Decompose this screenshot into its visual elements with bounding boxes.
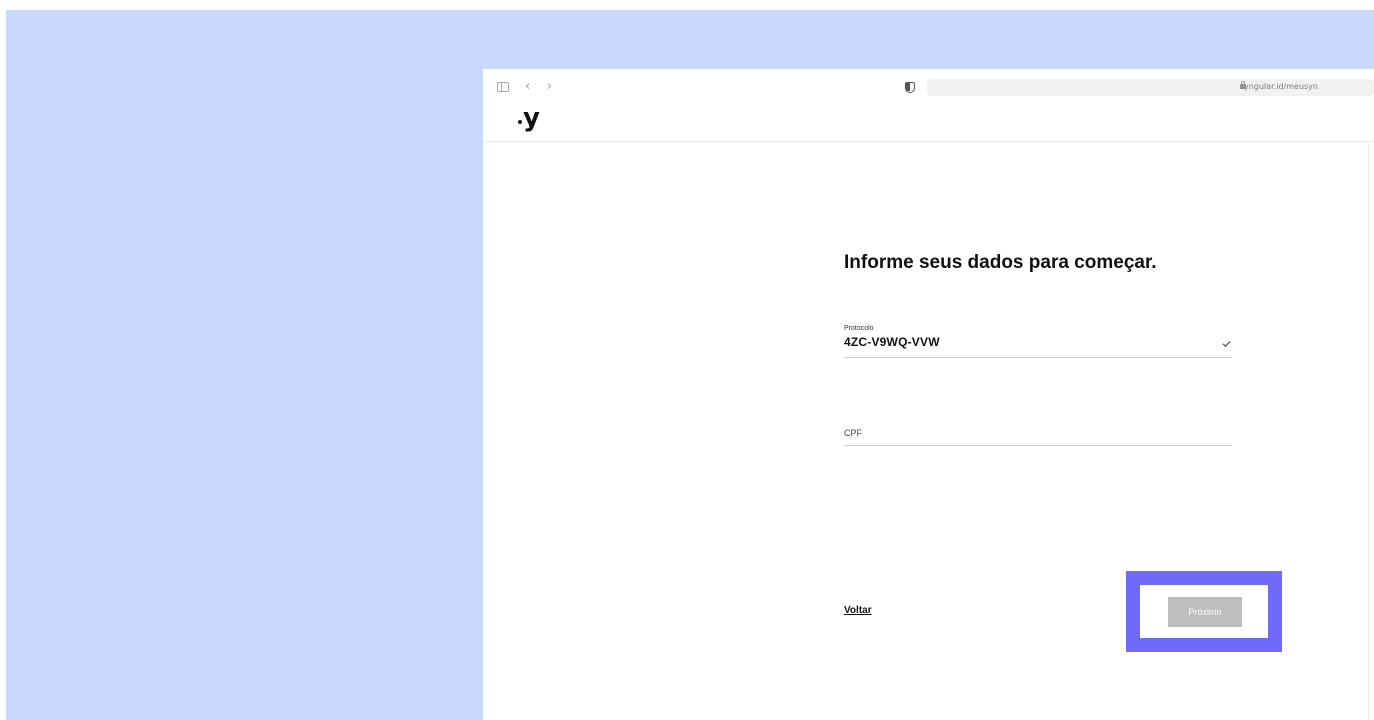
sidebar-icon[interactable] bbox=[497, 82, 509, 92]
highlight-inner: Próximo bbox=[1140, 585, 1268, 638]
logo-text: y bbox=[523, 103, 540, 133]
back-link[interactable]: Voltar bbox=[844, 605, 872, 617]
header-divider bbox=[483, 141, 1374, 142]
page-title: Informe seus dados para começar. bbox=[844, 252, 1157, 273]
browser-toolbar: ‹ › syngular.id/meusyn bbox=[483, 69, 1374, 105]
browser-window: ‹ › syngular.id/meusyn y Informe seus da… bbox=[483, 69, 1374, 720]
shield-icon[interactable] bbox=[905, 82, 915, 93]
check-icon bbox=[1222, 339, 1231, 347]
protocolo-value[interactable]: 4ZC-V9WQ-VVW bbox=[844, 335, 940, 349]
highlight-box: Próximo bbox=[1126, 571, 1282, 652]
protocolo-field[interactable]: Protocolo 4ZC-V9WQ-VVW bbox=[844, 308, 1232, 358]
forward-icon[interactable]: › bbox=[547, 80, 552, 94]
protocolo-label: Protocolo bbox=[844, 325, 874, 332]
next-button[interactable]: Próximo bbox=[1168, 597, 1242, 627]
cpf-field[interactable]: CPF bbox=[844, 409, 1232, 446]
page-edge bbox=[1368, 141, 1369, 720]
url-text: syngular.id/meusyn bbox=[1239, 82, 1318, 91]
address-bar[interactable]: syngular.id/meusyn bbox=[927, 79, 1374, 96]
back-icon[interactable]: ‹ bbox=[525, 80, 530, 94]
logo: y bbox=[514, 103, 540, 133]
cpf-placeholder: CPF bbox=[844, 428, 862, 438]
